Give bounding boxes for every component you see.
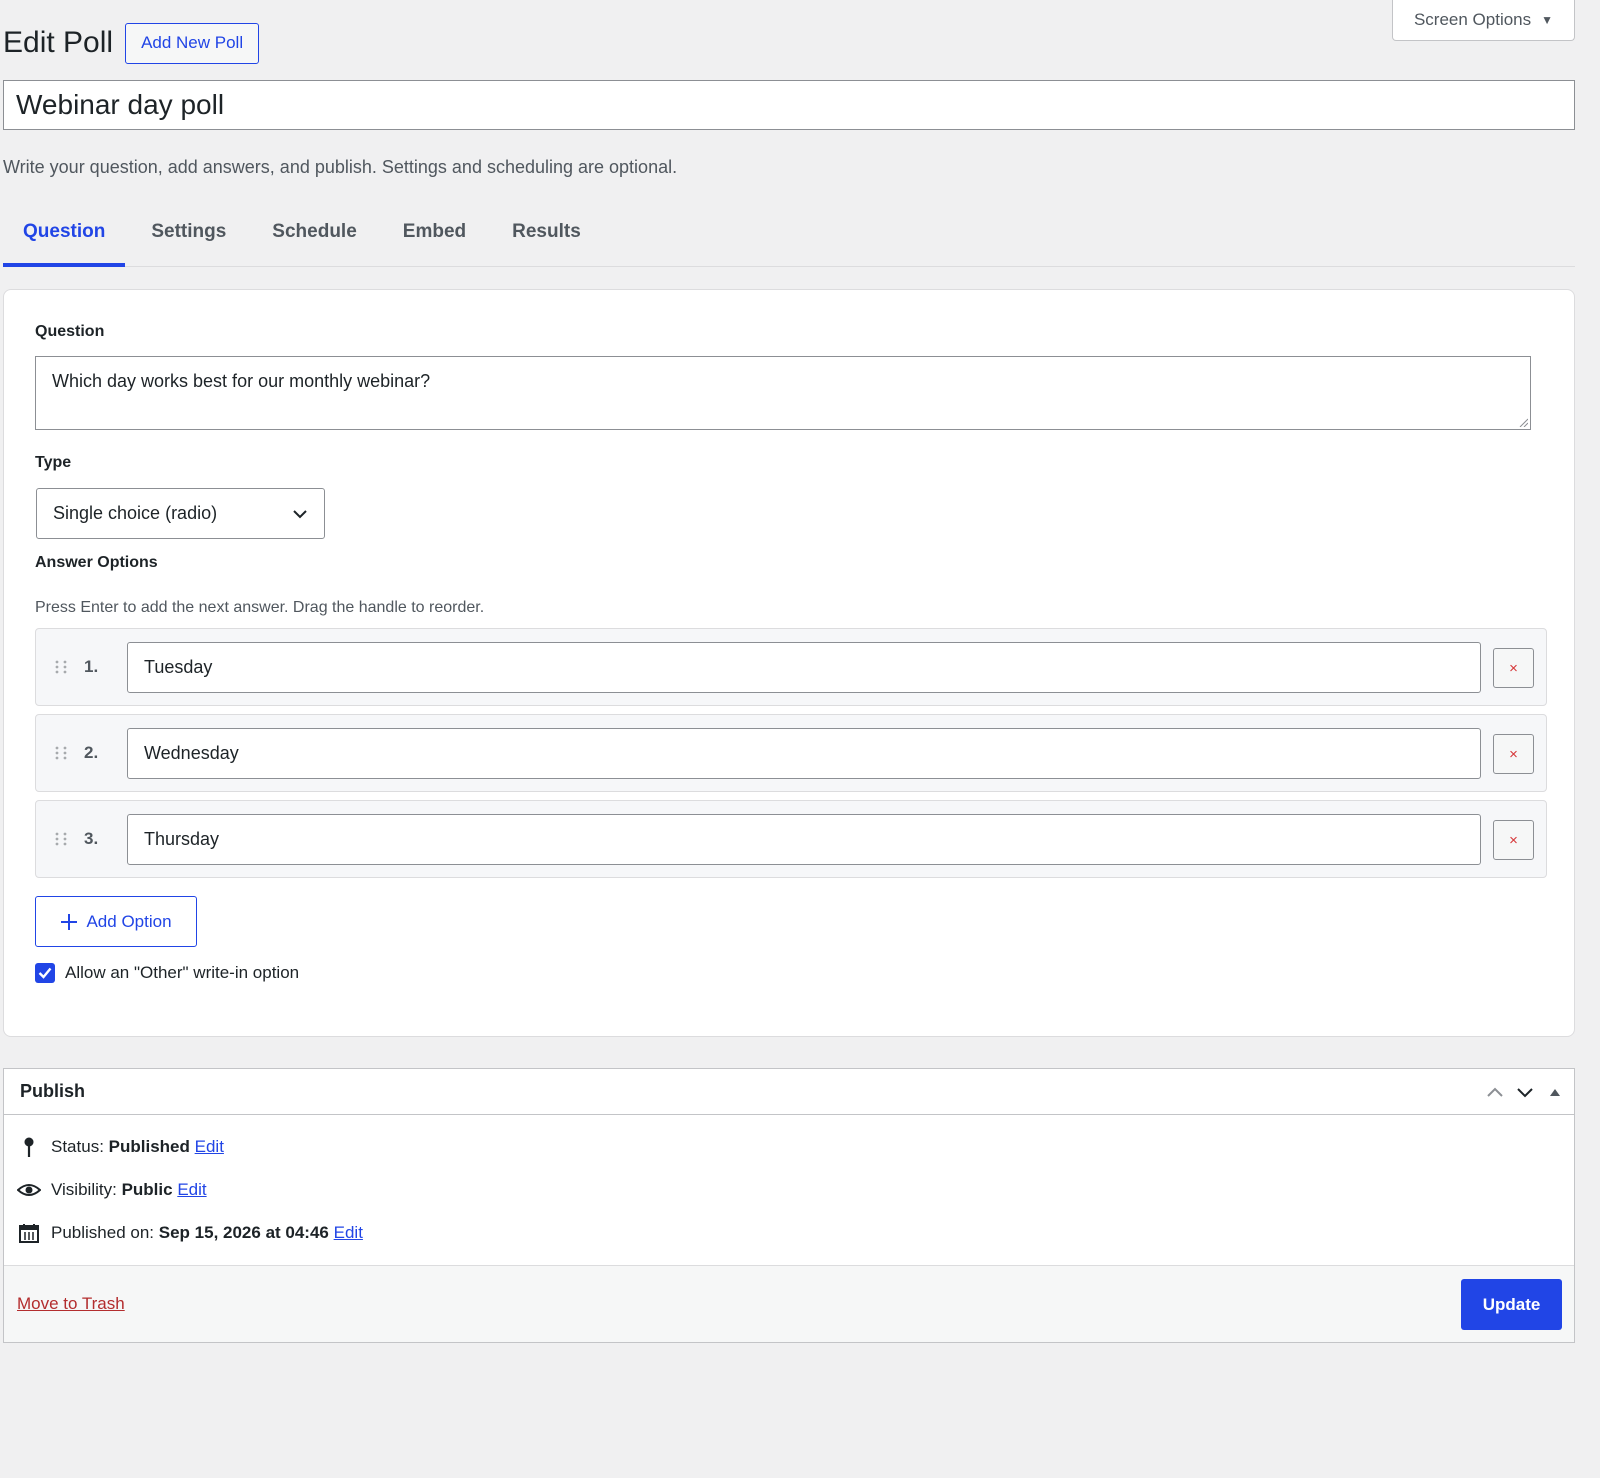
chevron-down-icon[interactable] xyxy=(1514,1082,1536,1102)
tab-results[interactable]: Results xyxy=(492,208,601,267)
close-icon: × xyxy=(1509,831,1518,849)
screen-options-button[interactable]: Screen Options ▼ xyxy=(1392,0,1575,41)
answer-option-row: 3. Thursday × xyxy=(35,800,1547,878)
remove-option-button[interactable]: × xyxy=(1493,648,1534,688)
close-icon: × xyxy=(1509,659,1518,677)
drag-handle-icon[interactable] xyxy=(54,659,68,675)
tab-schedule[interactable]: Schedule xyxy=(252,208,376,267)
visibility-label: Visibility: xyxy=(51,1180,117,1199)
other-option-row: Allow an "Other" write-in option xyxy=(35,963,299,983)
add-option-label: Add Option xyxy=(86,911,172,931)
page-title: Edit Poll xyxy=(3,26,114,59)
question-panel: Question Which day works best for our mo… xyxy=(3,289,1575,1037)
visibility-value: Public xyxy=(121,1180,173,1199)
edit-status-link[interactable]: Edit xyxy=(195,1137,224,1156)
move-to-trash-link[interactable]: Move to Trash xyxy=(17,1294,125,1314)
edit-date-link[interactable]: Edit xyxy=(334,1223,363,1242)
question-label: Question xyxy=(35,323,105,340)
calendar-icon xyxy=(17,1221,41,1245)
publish-header-controls xyxy=(1484,1082,1566,1102)
drag-handle-icon[interactable] xyxy=(54,831,68,847)
visibility-row: Visibility: Public Edit xyxy=(17,1178,207,1202)
question-textarea[interactable]: Which day works best for our monthly web… xyxy=(35,356,1531,430)
type-label: Type xyxy=(35,454,72,471)
answer-option-row: 2. Wednesday × xyxy=(35,714,1547,792)
question-text: Which day works best for our monthly web… xyxy=(52,371,431,391)
add-new-poll-button[interactable]: Add New Poll xyxy=(125,22,260,64)
publish-header: Publish xyxy=(4,1069,1574,1115)
answer-option-number: 2. xyxy=(84,743,99,762)
publish-footer: Move to Trash Update xyxy=(4,1265,1574,1342)
published-on-label: Published on: xyxy=(51,1223,155,1242)
publish-title: Publish xyxy=(20,1081,86,1101)
status-label: Status: xyxy=(51,1137,104,1156)
update-button[interactable]: Update xyxy=(1461,1279,1562,1330)
triangle-up-icon[interactable] xyxy=(1544,1082,1566,1102)
answer-option-number: 3. xyxy=(84,829,99,848)
answer-options-hint: Press Enter to add the next answer. Drag… xyxy=(35,599,485,616)
resize-handle-icon[interactable] xyxy=(1518,417,1528,427)
poll-title-input[interactable]: Webinar day poll xyxy=(3,80,1575,130)
status-value: Published xyxy=(108,1137,190,1156)
edit-visibility-link[interactable]: Edit xyxy=(177,1180,206,1199)
screen-options-label: Screen Options xyxy=(1413,10,1532,29)
other-option-checkbox[interactable] xyxy=(35,963,55,983)
close-icon: × xyxy=(1509,745,1518,763)
status-row: Status: Published Edit xyxy=(17,1135,224,1159)
drag-handle-icon[interactable] xyxy=(54,745,68,761)
eye-icon xyxy=(17,1178,41,1202)
chevron-up-icon[interactable] xyxy=(1484,1082,1506,1102)
chevron-down-icon xyxy=(293,509,307,518)
answer-option-number: 1. xyxy=(84,657,99,676)
checkmark-icon xyxy=(38,967,52,979)
tab-bar: Question Settings Schedule Embed Results xyxy=(3,208,1575,267)
pin-icon xyxy=(17,1135,41,1159)
type-select-value: Single choice (radio) xyxy=(53,503,218,523)
answer-option-input[interactable]: Thursday xyxy=(127,814,1481,865)
answer-option-input[interactable]: Tuesday xyxy=(127,642,1481,693)
answer-option-row: 1. Tuesday × xyxy=(35,628,1547,706)
plus-icon xyxy=(61,913,78,930)
remove-option-button[interactable]: × xyxy=(1493,820,1534,860)
tab-question[interactable]: Question xyxy=(3,208,126,267)
remove-option-button[interactable]: × xyxy=(1493,734,1534,774)
published-on-row: Published on: Sep 15, 2026 at 04:46 Edit xyxy=(17,1221,363,1245)
tab-embed[interactable]: Embed xyxy=(383,208,486,267)
triangle-down-icon: ▼ xyxy=(1541,13,1554,27)
add-option-button[interactable]: Add Option xyxy=(35,896,197,947)
type-select[interactable]: Single choice (radio) xyxy=(36,488,325,539)
intro-text: Write your question, add answers, and pu… xyxy=(3,157,678,177)
published-on-value: Sep 15, 2026 at 04:46 xyxy=(158,1223,329,1242)
other-option-label: Allow an "Other" write-in option xyxy=(65,963,300,982)
answer-option-input[interactable]: Wednesday xyxy=(127,728,1481,779)
tab-settings[interactable]: Settings xyxy=(131,208,246,267)
answer-options-label: Answer Options xyxy=(35,554,158,571)
publish-box: Publish Status: Published Edit Visibilit… xyxy=(3,1068,1575,1343)
page-heading: Edit Poll Add New Poll xyxy=(3,22,260,64)
